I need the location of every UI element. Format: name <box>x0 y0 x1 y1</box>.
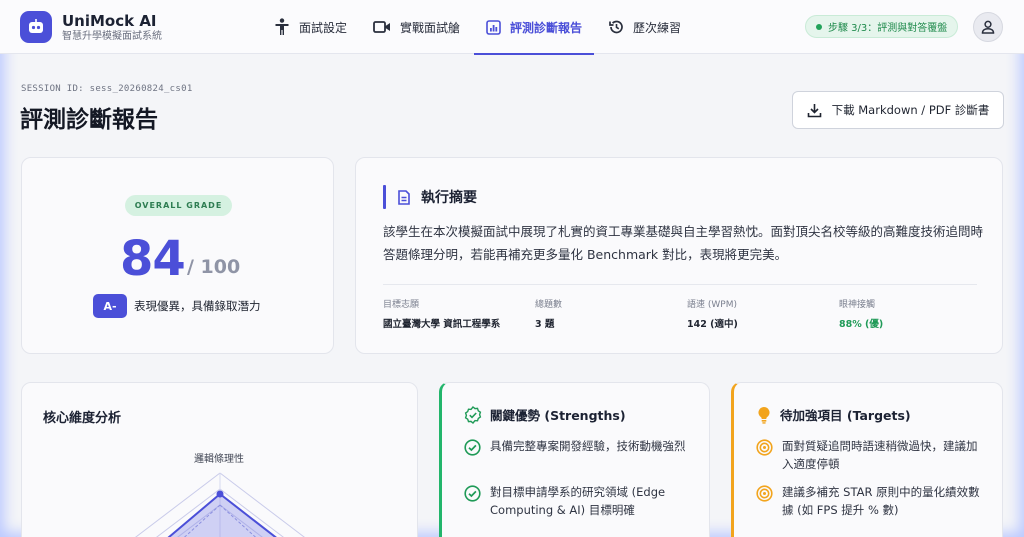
download-label: 下載 Markdown / PDF 診斷書 <box>831 103 990 117</box>
stat-value: 88% (優) <box>839 319 884 330</box>
targets-header: 待加強項目 (Targets) <box>756 405 911 424</box>
lightbulb-icon <box>758 406 770 424</box>
stat-label: 總題數 <box>535 300 563 310</box>
main-nav: 面試設定 實戰面試艙 評測診斷報告 歷次練習 <box>262 0 695 55</box>
user-icon <box>981 20 995 34</box>
radar-point <box>216 490 224 498</box>
bar-chart-icon <box>486 19 501 35</box>
grade-description: 表現優異，具備錄取潛力 <box>134 299 261 313</box>
document-icon <box>398 189 410 205</box>
overall-grade-card: OVERALL GRADE 84 / 100 A- 表現優異，具備錄取潛力 <box>21 157 334 354</box>
divider <box>383 284 977 285</box>
accent-bar <box>383 185 386 209</box>
strength-item: 對目標申請學系的研究領域 (Edge Computing & AI) 目標明確 <box>464 483 694 519</box>
summary-header: 執行摘要 <box>397 187 477 207</box>
tab-history[interactable]: 歷次練習 <box>596 0 693 54</box>
strengths-card: 關鍵優勢 (Strengths) 具備完整專案開發經驗，技術動機強烈 對目標申請… <box>439 382 710 537</box>
targets-card: 待加強項目 (Targets) 面對質疑追問時語速稍微過快，建議加入適度停頓 建… <box>731 382 1003 537</box>
page-title: 評測診斷報告 <box>20 107 158 133</box>
tab-interview-settings[interactable]: 面試設定 <box>262 0 359 54</box>
score-total: / 100 <box>187 256 241 278</box>
session-id: SESSION ID: sess_20260824_cs01 <box>21 84 193 94</box>
top-header: UniMock AI 智慧升學模擬面試系統 面試設定 實戰面試艙 評測診斷報告 … <box>0 0 1024 55</box>
strengths-header: 關鍵優勢 (Strengths) <box>464 405 626 424</box>
target-text: 建議多補充 STAR 原則中的量化績效數據 (如 FPS 提升 % 數) <box>782 485 980 517</box>
stat-label: 眼神接觸 <box>839 300 876 310</box>
stat-question-count: 總題數 3 題 <box>535 297 562 330</box>
stat-value: 142 (適中) <box>687 319 738 330</box>
stat-label: 語速 (WPM) <box>687 300 737 310</box>
strength-text: 具備完整專案開發經驗，技術動機強烈 <box>490 439 686 453</box>
summary-text: 該學生在本次模擬面試中展現了札實的資工專業基礎與自主學習熱忱。面對頂尖名校等級的… <box>383 224 984 262</box>
tab-label: 歷次練習 <box>633 20 682 35</box>
step-indicator: 步驟 3/3：評測與對答覆盤 <box>805 15 959 38</box>
check-circle-icon <box>464 485 481 502</box>
tab-label: 評測診斷報告 <box>510 20 583 35</box>
badge-check-icon <box>464 405 482 424</box>
target-item: 面對質疑追問時語速稍微過快，建議加入適度停頓 <box>756 437 986 473</box>
stat-value: 國立臺灣大學 資訊工程學系 <box>383 319 501 330</box>
grade-row: A- 表現優異，具備錄取潛力 <box>93 294 261 318</box>
grade-letter-badge: A- <box>93 294 127 318</box>
summary-title: 執行摘要 <box>421 190 477 206</box>
stat-value: 3 題 <box>535 319 555 330</box>
radar-series-area <box>167 492 277 537</box>
overall-grade-badge: OVERALL GRADE <box>125 195 232 216</box>
stat-label: 目標志願 <box>383 300 420 310</box>
app-subtitle: 智慧升學模擬面試系統 <box>62 30 162 42</box>
check-circle-icon <box>464 439 481 456</box>
step-label: 步驟 3/3：評測與對答覆盤 <box>828 23 948 34</box>
status-dot-icon <box>816 23 822 30</box>
executive-summary-card: 執行摘要 該學生在本次模擬面試中展現了札實的資工專業基礎與自主學習熱忱。面對頂尖… <box>355 157 1003 354</box>
target-item: 建議多補充 STAR 原則中的量化績效數據 (如 FPS 提升 % 數) <box>756 483 986 519</box>
robot-logo-icon <box>20 11 52 43</box>
tab-label: 實戰面試艙 <box>400 20 461 35</box>
stat-target: 目標志願 國立臺灣大學 資訊工程學系 <box>383 297 500 330</box>
target-icon <box>756 439 773 456</box>
targets-title: 待加強項目 (Targets) <box>780 408 911 423</box>
target-icon <box>756 485 773 502</box>
target-text: 面對質疑追問時語速稍微過快，建議加入適度停頓 <box>782 439 978 471</box>
stat-speech-rate: 語速 (WPM) 142 (適中) <box>687 297 738 330</box>
app-title: UniMock AI <box>62 11 157 30</box>
radar-chart <box>135 472 305 537</box>
strength-text: 對目標申請學系的研究領域 (Edge Computing & AI) 目標明確 <box>490 485 666 517</box>
stat-eye-contact: 眼神接觸 88% (優) <box>839 297 883 330</box>
tab-label: 面試設定 <box>299 20 348 35</box>
tab-report[interactable]: 評測診斷報告 <box>474 0 595 55</box>
brand[interactable]: UniMock AI 智慧升學模擬面試系統 <box>20 11 162 43</box>
history-icon <box>609 20 623 34</box>
user-avatar-button[interactable] <box>973 12 1003 42</box>
strength-item: 具備完整專案開發經驗，技術動機強烈 <box>464 437 694 456</box>
download-report-button[interactable]: 下載 Markdown / PDF 診斷書 <box>792 91 1004 129</box>
score-value: 84 <box>120 231 186 287</box>
strengths-title: 關鍵優勢 (Strengths) <box>490 408 626 423</box>
download-icon <box>807 103 821 117</box>
tab-interview-room[interactable]: 實戰面試艙 <box>361 0 472 54</box>
video-camera-icon <box>373 21 391 33</box>
core-dimension-card: 核心維度分析 邏輯條理性 <box>21 382 418 537</box>
person-icon <box>275 18 289 35</box>
